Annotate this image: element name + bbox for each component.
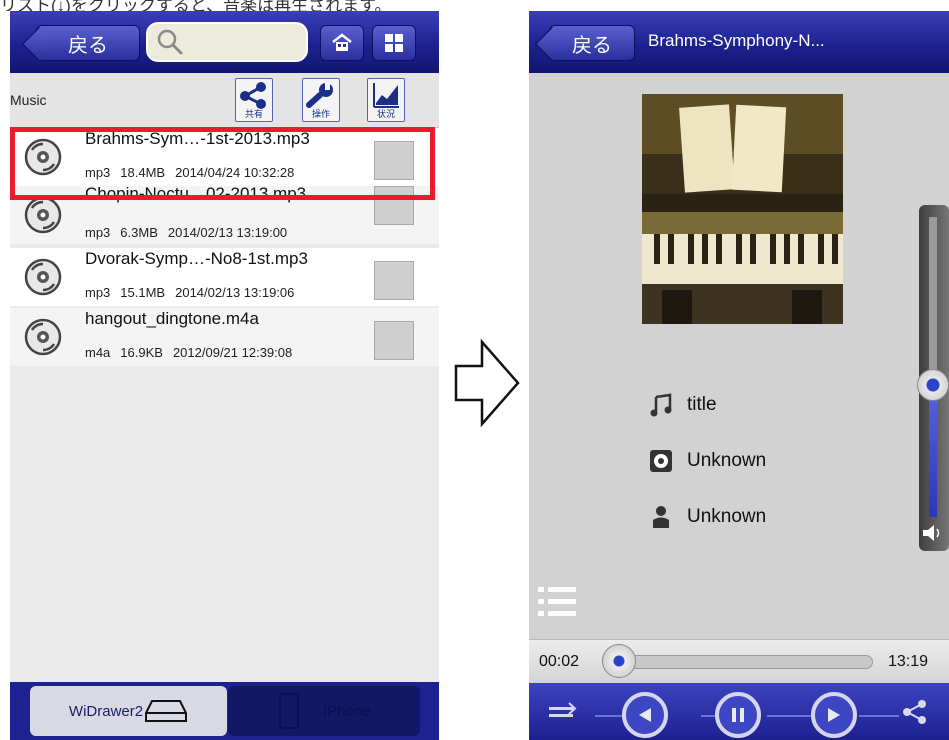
file-meta: m4a 16.9KB 2012/09/21 12:39:08 (85, 345, 302, 360)
volume-level (929, 387, 937, 517)
music-disc-icon (24, 318, 62, 356)
select-checkbox[interactable] (374, 261, 414, 300)
back-button-label: 戻る (68, 34, 108, 57)
artist-name: Unknown (687, 506, 767, 527)
control-divider (859, 715, 899, 717)
track-title: title (687, 394, 717, 415)
repeat-icon[interactable] (547, 701, 577, 723)
grid-view-button[interactable] (372, 25, 416, 61)
tab-widrawer-label: WiDrawer2 (68, 702, 144, 720)
search-icon (157, 29, 183, 55)
folder-toolbar: Music 共有 操作 状況 (10, 73, 439, 128)
duration-time: 13:19 (888, 653, 929, 670)
current-time: 00:02 (539, 653, 580, 670)
chart-icon (373, 83, 399, 108)
caption-text: リスト(↓)をクリックすると、音楽は再生されます。 (0, 0, 392, 11)
transition-arrow-icon (454, 338, 520, 428)
file-type: mp3 (85, 285, 111, 300)
file-date: 2012/09/21 12:39:08 (172, 345, 293, 360)
grid-icon (385, 34, 403, 52)
home-button[interactable] (320, 25, 364, 61)
seek-knob[interactable] (602, 644, 636, 678)
tab-iphone[interactable]: iPhone (228, 686, 420, 736)
selected-file-highlight (10, 127, 435, 200)
pause-button[interactable] (715, 692, 761, 738)
speaker-icon (923, 525, 940, 541)
file-row[interactable]: Dvorak-Symp…-No8-1st.mp3 mp3 15.1MB 2014/0… (10, 248, 439, 306)
file-size: 16.9KB (120, 345, 163, 360)
volume-slider[interactable] (917, 205, 949, 551)
file-name: hangout_dingtone.m4a (85, 309, 259, 328)
wrench-icon (306, 83, 333, 108)
top-navigation-bar: 戻る (10, 11, 439, 73)
playlist-icon[interactable] (538, 584, 578, 620)
file-date: 2014/02/13 13:19:06 (175, 285, 295, 300)
person-icon (653, 506, 669, 528)
file-meta: mp3 6.3MB 2014/02/13 13:19:00 (85, 225, 297, 240)
drive-icon (145, 700, 188, 722)
album-name: Unknown (687, 450, 767, 471)
back-button[interactable]: 戻る (36, 25, 140, 61)
volume-track (929, 217, 937, 387)
file-date: 2014/02/13 13:19:00 (167, 225, 288, 240)
file-row[interactable]: hangout_dingtone.m4a m4a 16.9KB 2012/09/21… (10, 308, 439, 366)
music-note-icon (650, 393, 672, 417)
player-back-button[interactable]: 戻る (549, 25, 635, 61)
file-type: mp3 (85, 225, 111, 240)
share-tool-label: 共有 (244, 109, 263, 119)
share-tool-button[interactable]: 共有 (235, 78, 273, 122)
phone-icon (278, 693, 299, 729)
status-tool-button[interactable]: 状況 (367, 78, 405, 122)
operation-tool-button[interactable]: 操作 (302, 78, 340, 122)
file-type: m4a (85, 345, 111, 360)
bottom-tab-bar: WiDrawer2 iPhone (10, 682, 439, 740)
screenshot-root: リスト(↓)をクリックすると、音楽は再生されます。 戻る Music 共有 操作… (0, 0, 949, 740)
folder-title: Music (10, 92, 47, 108)
next-button[interactable] (811, 692, 857, 738)
file-size: 6.3MB (120, 225, 158, 240)
tab-iphone-label: iPhone (323, 702, 371, 720)
share-icon (240, 82, 266, 109)
pause-icon (732, 708, 744, 722)
next-icon (828, 708, 840, 722)
music-disc-icon (24, 196, 62, 234)
album-art-image (642, 94, 843, 324)
select-checkbox[interactable] (374, 321, 414, 360)
volume-knob[interactable] (917, 369, 949, 401)
file-size: 15.1MB (120, 285, 166, 300)
album-icon (650, 450, 672, 472)
search-input[interactable] (146, 22, 308, 62)
player-screen: 戻る Brahms-Symphony-N... title Unknown Un… (529, 11, 949, 740)
seek-track[interactable] (607, 655, 873, 669)
home-icon (332, 33, 352, 51)
file-meta: mp3 15.1MB 2014/02/13 13:19:06 (85, 285, 304, 300)
previous-icon (639, 708, 651, 722)
status-tool-label: 状況 (376, 109, 395, 119)
file-name: Dvorak-Symp…-No8-1st.mp3 (85, 249, 308, 268)
player-back-label: 戻る (572, 34, 612, 57)
operation-tool-label: 操作 (311, 109, 330, 119)
playback-controls (529, 683, 949, 740)
now-playing-title: Brahms-Symphony-N... (648, 31, 825, 50)
player-navigation-bar: 戻る Brahms-Symphony-N... (529, 11, 949, 73)
control-divider (767, 715, 813, 717)
previous-button[interactable] (622, 692, 668, 738)
file-list-screen: 戻る Music 共有 操作 状況 Brahms-Sym…-1st-2013.m… (10, 11, 439, 740)
music-disc-icon (24, 258, 62, 296)
tab-widrawer[interactable]: WiDrawer2 (30, 686, 227, 736)
seek-bar: 00:02 13:19 (529, 639, 949, 683)
share-icon[interactable] (902, 699, 928, 725)
